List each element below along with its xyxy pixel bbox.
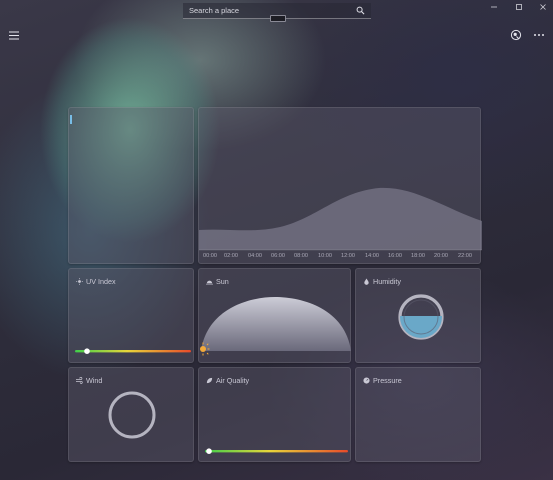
time-tick: 02:00 <box>224 253 238 259</box>
uv-index-title: UV Index <box>86 277 116 286</box>
time-tick: 04:00 <box>248 253 262 259</box>
gauge-icon <box>363 377 370 384</box>
forecast-card[interactable] <box>198 107 482 264</box>
time-tick: 22:00 <box>458 253 472 259</box>
time-tick: 12:00 <box>341 253 355 259</box>
air-quality-marker <box>206 448 212 454</box>
time-tick: 20:00 <box>434 253 448 259</box>
pressure-title: Pressure <box>373 376 402 385</box>
uv-index-bar <box>75 348 191 354</box>
map-pin-icon[interactable] <box>510 29 522 41</box>
humidity-card[interactable]: Humidity <box>355 268 481 363</box>
humidity-title: Humidity <box>373 277 401 286</box>
air-quality-card[interactable]: Air Quality <box>198 367 351 462</box>
wind-card[interactable]: Wind <box>68 367 194 462</box>
maximize-icon <box>516 4 522 10</box>
wind-title: Wind <box>86 376 103 385</box>
more-icon[interactable] <box>533 29 545 41</box>
minimize-button[interactable] <box>481 0 507 14</box>
close-button[interactable] <box>530 0 553 14</box>
pressure-card[interactable]: Pressure <box>355 367 481 462</box>
sun-icon <box>76 278 83 285</box>
sun-card[interactable]: Sun <box>198 268 351 363</box>
search-placeholder: Search a place <box>189 6 240 15</box>
maximize-button[interactable] <box>506 0 532 14</box>
air-quality-bar <box>205 448 348 454</box>
wind-compass <box>108 391 156 439</box>
sun-arc <box>201 297 351 351</box>
time-tick: 16:00 <box>388 253 402 259</box>
time-tick: 06:00 <box>271 253 285 259</box>
wind-icon <box>76 377 83 384</box>
current-weather-card[interactable] <box>68 107 194 264</box>
close-icon <box>540 4 546 10</box>
uv-index-marker <box>84 348 90 354</box>
air-quality-title: Air Quality <box>216 376 250 385</box>
time-tick: 14:00 <box>365 253 379 259</box>
time-tick: 08:00 <box>294 253 308 259</box>
humidity-gauge <box>398 294 444 340</box>
hamburger-icon[interactable] <box>9 31 19 40</box>
leaf-icon <box>206 377 213 384</box>
selection-indicator <box>70 115 72 124</box>
sun-position-icon <box>200 342 210 356</box>
uv-index-card[interactable]: UV Index <box>68 268 194 363</box>
search-icon[interactable] <box>356 6 365 15</box>
time-tick: 10:00 <box>318 253 332 259</box>
temperature-curve <box>199 187 482 251</box>
minimize-icon <box>491 6 497 8</box>
search-scroll-thumb[interactable] <box>270 15 286 22</box>
time-tick: 18:00 <box>411 253 425 259</box>
time-tick: 00:00 <box>203 253 217 259</box>
droplet-icon <box>364 278 369 285</box>
